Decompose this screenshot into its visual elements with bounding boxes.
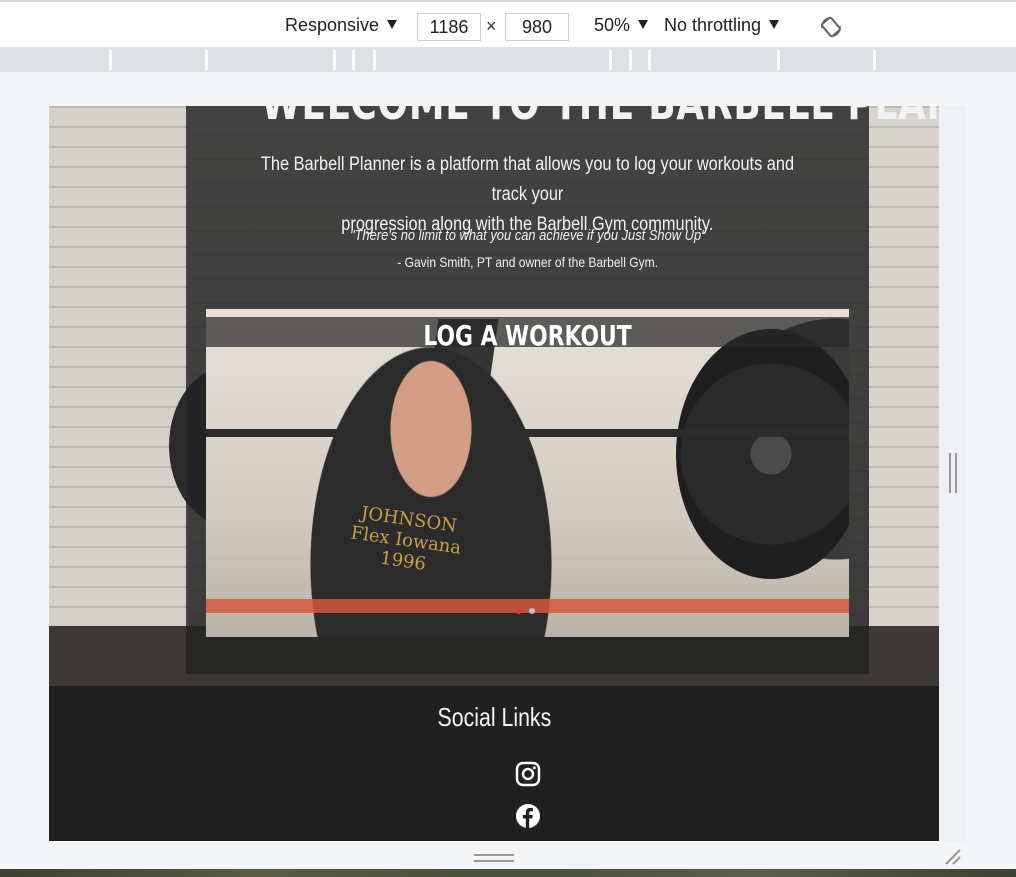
rotate-icon[interactable] [820,16,842,38]
carousel-caption[interactable]: LOG A WORKOUT [206,317,849,352]
quote-author: - Gavin Smith, PT and owner of the Barbe… [186,254,869,270]
athlete [306,339,556,637]
device-toolbar: Responsive 1186 × 980 50% No throttling [0,0,1016,48]
carousel-slide-image: JOHNSON Flex Iowana 1996 [206,309,849,637]
carousel-dot-active[interactable] [516,608,522,614]
facebook-icon[interactable] [515,803,541,829]
chevron-down-icon [387,19,398,29]
device-select-label: Responsive [285,15,380,35]
brick-wall-left [49,106,189,686]
brick-wall-right [869,106,939,686]
social-links-heading: Social Links [49,702,939,733]
quote-author-text: - Gavin Smith, PT and owner of the Barbe… [397,254,658,270]
page-title: WELCOME TO THE BARBELL PLANNER [261,106,939,130]
throttling-select-label: No throttling [664,15,762,35]
height-input[interactable]: 980 [505,13,569,41]
log-workout-link[interactable]: LOG A WORKOUT [277,319,779,352]
media-query-marker[interactable] [333,50,336,70]
device-viewport: WELCOME TO THE BARBELL PLANNER The Barbe… [49,106,939,841]
quote: "There's no limit to what you can achiev… [186,227,869,244]
media-query-marker[interactable] [777,50,780,70]
carousel-dot[interactable] [529,608,535,614]
resize-handle-right[interactable] [949,453,957,493]
media-query-marker[interactable] [648,50,651,70]
media-query-marker[interactable] [352,50,355,70]
intro-line-1: The Barbell Planner is a platform that a… [260,154,795,205]
media-query-marker[interactable] [109,50,112,70]
resize-corner-icon[interactable] [942,846,964,868]
workout-carousel[interactable]: JOHNSON Flex Iowana 1996 LOG A WORKOUT [206,309,849,637]
throttling-select[interactable]: No throttling [664,10,780,40]
media-query-marker[interactable] [629,50,632,70]
media-query-marker[interactable] [205,50,208,70]
device-select[interactable]: Responsive [285,10,398,40]
media-query-marker[interactable] [873,50,876,70]
instagram-icon[interactable] [515,761,541,787]
quote-text: "There's no limit to what you can achiev… [349,227,706,244]
hero-background-image: WELCOME TO THE BARBELL PLANNER The Barbe… [49,106,939,686]
dimension-separator: × [486,16,497,36]
footer: Social Links [49,686,939,841]
desktop-background [0,869,1016,877]
zoom-select[interactable]: 50% [594,10,649,40]
resize-handle-bottom[interactable] [474,854,514,862]
carousel-indicators [516,608,546,616]
social-links-heading-text: Social Links [437,702,551,732]
media-query-bar[interactable] [0,48,1016,72]
chevron-down-icon [769,19,780,29]
media-query-marker[interactable] [373,50,376,70]
media-query-marker[interactable] [609,50,612,70]
width-input[interactable]: 1186 [417,13,481,41]
barbell-plate [676,329,849,579]
chevron-down-icon [638,19,649,29]
zoom-select-label: 50% [594,15,631,35]
